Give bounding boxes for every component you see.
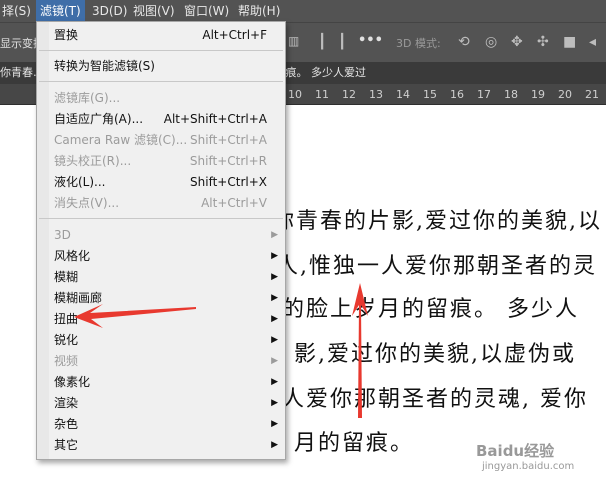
submenu-arrow-icon: ▶ [271,251,278,261]
ruler-tick: 10 [288,88,302,101]
menu-item-shortcut: Alt+Shift+Ctrl+A [163,112,267,126]
menu-item-shortcut: Shift+Ctrl+A [190,133,267,147]
submenu-arrow-icon: ▶ [271,440,278,450]
ruler-tick: 16 [450,88,464,101]
ruler-tick: 20 [558,88,572,101]
text-line-6: 月的留痕。 [294,431,415,456]
menu-item-label: 锐化 [54,333,79,347]
menu-separator [39,50,283,51]
more-options-icon[interactable]: ••• [358,33,383,48]
menu-3d[interactable]: 3D(D) [88,0,131,22]
menu-item-label: 其它 [54,438,79,452]
submenu-arrow-icon: ▶ [271,419,278,429]
menu-item-filter-gallery[interactable]: 滤镜库(G)... [37,88,285,108]
menu-item-label: 像素化 [54,375,91,389]
menu-item-label: 液化(L)... [54,175,106,189]
menu-item-label: 杂色 [54,417,79,431]
ruler-tick: 19 [531,88,545,101]
menu-window[interactable]: 窗口(W) [180,0,233,22]
3d-camera-icon[interactable]: ◂ [589,34,596,50]
menu-item-camera-raw[interactable]: Camera Raw 滤镜(C)... Shift+Ctrl+A [37,130,285,150]
menu-item-lens-correction[interactable]: 镜头校正(R)... Shift+Ctrl+R [37,151,285,171]
menu-item-label: 转换为智能滤镜(S) [54,59,155,73]
text-line-4: 影,爱过你的美貌,以虚伪或 [294,342,576,367]
watermark-brand: Baidu经验 [476,442,555,460]
menu-item-3d[interactable]: 3D ▶ [37,225,285,245]
menu-item-noise[interactable]: 杂色 ▶ [37,414,285,434]
ruler-tick: 12 [342,88,356,101]
menu-item-label: 置换 [54,28,79,42]
menu-item-vanishing-point[interactable]: 消失点(V)... Alt+Ctrl+V [37,193,285,213]
menu-item-displace[interactable]: 置换 Alt+Ctrl+F [37,25,285,45]
3d-orbit-icon[interactable]: ⟲ [458,34,470,50]
menu-item-label: 风格化 [54,249,91,263]
3d-pan-icon[interactable]: ✥ [511,34,523,50]
submenu-arrow-icon: ▶ [271,377,278,387]
menu-select[interactable]: 择(S) [0,0,35,22]
menu-item-liquify[interactable]: 液化(L)... Shift+Ctrl+X [37,172,285,192]
menu-item-video[interactable]: 视频 ▶ [37,351,285,371]
3d-scale-icon[interactable]: ■ [563,34,576,50]
text-line-1: 你青春的片影,爱过你的美貌,以 [272,209,602,234]
text-line-2: 人,惟独一人爱你那朝圣者的灵 [276,254,597,279]
submenu-arrow-icon: ▶ [271,398,278,408]
menu-item-label: 扭曲 [54,312,79,326]
menu-item-label: 模糊 [54,270,79,284]
ruler-tick: 11 [315,88,329,101]
menu-item-label: 滤镜库(G)... [54,91,121,105]
submenu-arrow-icon: ▶ [271,356,278,366]
watermark-url: jingyan.baidu.com [482,461,575,472]
menu-item-distort[interactable]: 扭曲 ▶ [37,309,285,329]
menu-item-label: 渲染 [54,396,79,410]
ruler-tick: 15 [423,88,437,101]
ruler-tick: 21 [585,88,599,101]
menu-item-render[interactable]: 渲染 ▶ [37,393,285,413]
text-line-5: 人爱你那朝圣者的灵魂, 爱你 [282,387,588,412]
menu-help[interactable]: 帮助(H) [234,0,284,22]
menu-item-pixelate[interactable]: 像素化 ▶ [37,372,285,392]
menu-filter[interactable]: 滤镜(T) [36,0,85,22]
distribute-icon[interactable]: ┃ [318,34,326,50]
menu-item-label: 镜头校正(R)... [54,154,132,168]
align-icon[interactable]: ▥ [288,34,299,48]
ruler-tick: 17 [477,88,491,101]
submenu-arrow-icon: ▶ [271,272,278,282]
menu-bar: 择(S) 滤镜(T) 3D(D) 视图(V) 窗口(W) 帮助(H) [0,0,606,22]
3d-roll-icon[interactable]: ◎ [485,34,497,50]
menu-item-adaptive-wide-angle[interactable]: 自适应广角(A)... Alt+Shift+Ctrl+A [37,109,285,129]
menu-item-shortcut: Alt+Ctrl+V [201,196,267,210]
menu-item-label: Camera Raw 滤镜(C)... [54,133,188,147]
distribute-icon-2[interactable]: ┃ [338,34,346,50]
menu-item-label: 消失点(V)... [54,196,120,210]
menu-item-other[interactable]: 其它 ▶ [37,435,285,455]
submenu-arrow-icon: ▶ [271,335,278,345]
menu-item-stylize[interactable]: 风格化 ▶ [37,246,285,266]
menu-item-blur[interactable]: 模糊 ▶ [37,267,285,287]
submenu-arrow-icon: ▶ [271,293,278,303]
menu-item-label: 视频 [54,354,79,368]
menu-item-shortcut: Alt+Ctrl+F [202,28,267,42]
menu-item-label: 模糊画廊 [54,291,103,305]
menu-item-label: 3D [54,228,71,242]
menu-view[interactable]: 视图(V) [129,0,179,22]
ruler-tick: 18 [504,88,518,101]
filter-menu: 置换 Alt+Ctrl+F 转换为智能滤镜(S) 滤镜库(G)... 自适应广角… [36,21,286,460]
menu-item-convert-smart-filter[interactable]: 转换为智能滤镜(S) [37,56,285,76]
submenu-arrow-icon: ▶ [271,230,278,240]
menu-item-shortcut: Shift+Ctrl+R [189,154,267,168]
menu-separator [39,218,283,219]
menu-item-blur-gallery[interactable]: 模糊画廊 ▶ [37,288,285,308]
3d-mode-label: 3D 模式: [396,37,441,50]
ruler-tick: 14 [396,88,410,101]
ruler-tick: 13 [369,88,383,101]
submenu-arrow-icon: ▶ [271,314,278,324]
menu-separator [39,81,283,82]
menu-item-sharpen[interactable]: 锐化 ▶ [37,330,285,350]
text-line-3: 的脸上岁月的留痕。 多少人 [282,297,579,322]
3d-slide-icon[interactable]: ✣ [537,34,549,50]
menu-item-label: 自适应广角(A)... [54,112,144,126]
menu-item-shortcut: Shift+Ctrl+X [190,175,267,189]
